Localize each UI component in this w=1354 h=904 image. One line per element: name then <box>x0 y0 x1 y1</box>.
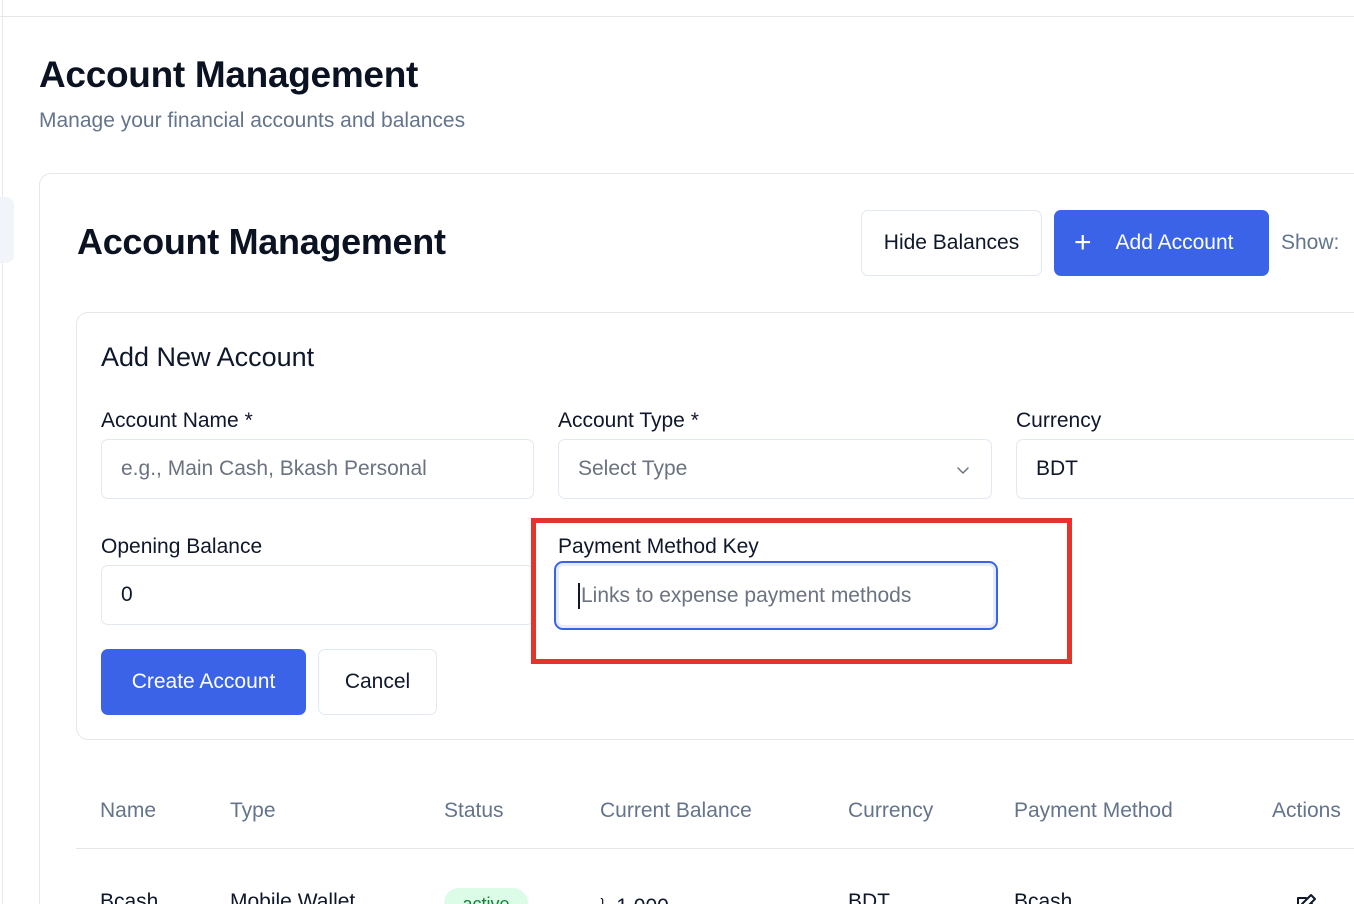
chevron-down-icon <box>957 467 969 474</box>
opening-balance-value: 0 <box>121 583 133 606</box>
page-subtitle: Manage your financial accounts and balan… <box>39 109 466 132</box>
text-cursor <box>578 582 580 609</box>
account-type-value: Select Type <box>578 457 688 480</box>
cell-type: Mobile Wallet <box>230 890 356 904</box>
currency-label: Currency <box>1016 409 1102 432</box>
payment-method-key-input[interactable]: Links to expense payment methods <box>554 561 998 630</box>
top-bar <box>0 0 1354 17</box>
cancel-button[interactable]: Cancel <box>318 649 437 715</box>
currency-input[interactable]: BDT <box>1016 439 1354 499</box>
column-header-actions: Actions <box>1272 799 1341 822</box>
column-header-payment-method[interactable]: Payment Method <box>1014 799 1173 823</box>
account-type-select[interactable]: Select Type <box>558 439 992 499</box>
payment-method-key-label: Payment Method Key <box>558 535 759 558</box>
account-name-label: Account Name * <box>101 409 253 432</box>
account-name-input[interactable]: e.g., Main Cash, Bkash Personal <box>101 439 534 499</box>
cell-payment-method: Bcash <box>1014 890 1073 904</box>
currency-value: BDT <box>1036 457 1078 480</box>
account-type-label: Account Type * <box>558 409 699 432</box>
add-account-button[interactable]: + Add Account <box>1054 210 1269 276</box>
cell-currency: BDT <box>848 890 890 904</box>
sidebar-toggle-handle[interactable] <box>0 197 14 263</box>
sidebar-edge <box>0 0 3 904</box>
column-header-currency[interactable]: Currency <box>848 799 933 823</box>
column-header-name[interactable]: Name <box>100 799 156 823</box>
form-title: Add New Account <box>101 342 315 372</box>
column-header-type[interactable]: Type <box>230 799 276 823</box>
hide-balances-button[interactable]: Hide Balances <box>861 210 1042 276</box>
opening-balance-input[interactable]: 0 <box>101 565 534 625</box>
cell-current-balance: ৳ 1,000 <box>600 890 669 904</box>
create-account-button[interactable]: Create Account <box>101 649 306 715</box>
payment-method-key-placeholder: Links to expense payment methods <box>581 583 912 607</box>
plus-icon: + <box>1074 226 1092 259</box>
card-title: Account Management <box>77 221 446 262</box>
table-header-divider <box>76 848 1354 849</box>
column-header-current-balance[interactable]: Current Balance <box>600 799 752 823</box>
account-name-placeholder: e.g., Main Cash, Bkash Personal <box>121 457 427 480</box>
page-title: Account Management <box>39 54 419 95</box>
edit-icon[interactable] <box>1294 892 1318 904</box>
add-account-label: Add Account <box>1115 231 1234 254</box>
opening-balance-label: Opening Balance <box>101 535 263 558</box>
cell-name: Bcash <box>100 890 159 904</box>
show-label: Show: <box>1281 231 1340 254</box>
status-badge: active <box>444 888 528 904</box>
column-header-status[interactable]: Status <box>444 799 504 823</box>
